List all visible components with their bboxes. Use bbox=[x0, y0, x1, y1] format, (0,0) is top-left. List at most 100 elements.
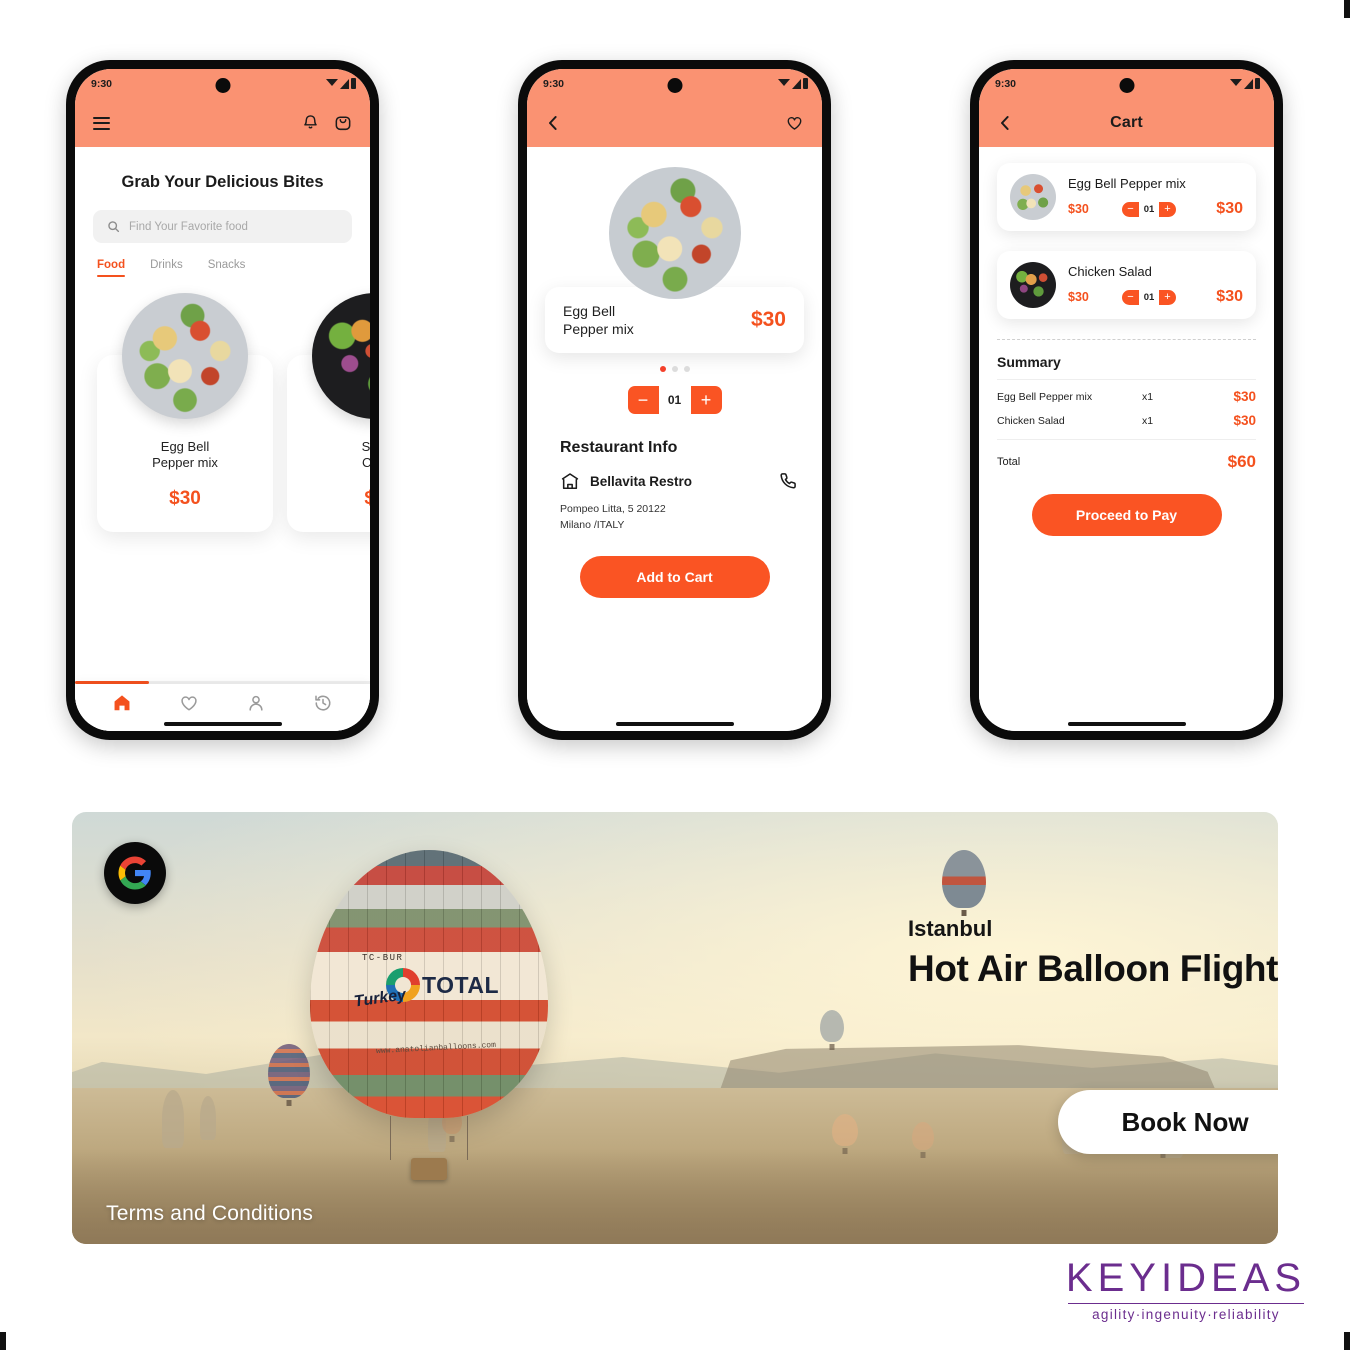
quantity-row: − 01 + bbox=[527, 386, 822, 415]
food-price: $4 bbox=[364, 487, 370, 509]
signal-icon bbox=[340, 79, 349, 89]
battery-icon bbox=[803, 78, 808, 89]
carousel-dots bbox=[527, 366, 822, 373]
storefront-icon bbox=[561, 473, 579, 489]
tab-snacks[interactable]: Snacks bbox=[208, 259, 246, 277]
promo-banner[interactable]: TC-BUR TOTAL Turkey www.anatolianballoon… bbox=[72, 812, 1278, 1244]
carousel-dot-2[interactable] bbox=[671, 366, 678, 373]
cart-item: Chicken Salad $30 − 01 + $30 bbox=[997, 251, 1256, 319]
food-image bbox=[312, 293, 370, 419]
background-balloon bbox=[912, 1122, 934, 1150]
decrease-quantity-button[interactable]: − bbox=[1122, 289, 1139, 305]
cart-item-info: Egg Bell Pepper mix $30 − 01 + $30 bbox=[1068, 176, 1243, 218]
increase-quantity-button[interactable]: + bbox=[690, 386, 722, 415]
status-bar: 9:30 bbox=[75, 69, 370, 99]
food-card[interactable]: Egg Bell Pepper mix $30 bbox=[97, 293, 273, 532]
banner-headline: Hot Air Balloon Flight bbox=[908, 948, 1278, 989]
product-image bbox=[608, 167, 741, 299]
balloon-ropes bbox=[390, 1116, 468, 1160]
carousel-dot-1[interactable] bbox=[659, 366, 666, 373]
summary-row: Egg Bell Pepper mix x1 $30 bbox=[997, 380, 1256, 404]
battery-icon bbox=[1255, 78, 1260, 89]
logo-divider bbox=[1067, 1303, 1304, 1304]
food-card-list: Egg Bell Pepper mix $30 Sum Chic $4 bbox=[75, 277, 370, 532]
food-card[interactable]: Sum Chic $4 bbox=[287, 293, 370, 532]
food-name-line2: Pepper mix bbox=[152, 455, 218, 471]
signal-icon bbox=[1244, 79, 1253, 89]
app-bar-actions bbox=[785, 114, 804, 132]
decrease-quantity-button[interactable]: − bbox=[1122, 201, 1139, 217]
add-to-cart-button[interactable]: Add to Cart bbox=[579, 555, 770, 598]
search-icon bbox=[108, 221, 120, 233]
background-balloon bbox=[832, 1114, 858, 1146]
search-input[interactable] bbox=[129, 220, 338, 233]
cart-item-name: Chicken Salad bbox=[1068, 264, 1152, 279]
summary-label: Egg Bell Pepper mix bbox=[997, 390, 1093, 403]
restaurant-name: Bellavita Restro bbox=[590, 473, 693, 489]
food-name-line1: Sum bbox=[361, 439, 370, 454]
terms-and-conditions-link[interactable]: Terms and Conditions bbox=[106, 1202, 313, 1226]
phone-mockup-cart: 9:30 Cart Egg Bell Pepper mix $30 − 01 +… bbox=[970, 60, 1283, 740]
status-bar: 9:30 bbox=[979, 69, 1274, 99]
logo-wordmark: KEYIDEAS bbox=[1065, 1256, 1306, 1300]
total-amount: $60 bbox=[1227, 452, 1256, 471]
product-name-line2: Pepper mix bbox=[563, 321, 634, 338]
home-indicator bbox=[615, 722, 734, 726]
heart-icon[interactable] bbox=[785, 114, 804, 132]
shopping-bag-icon[interactable] bbox=[334, 114, 352, 132]
summary-label: Chicken Salad bbox=[997, 414, 1065, 427]
carousel-dot-3[interactable] bbox=[683, 366, 690, 373]
chevron-left-icon[interactable] bbox=[545, 114, 561, 132]
order-summary: Summary Egg Bell Pepper mix x1 $30 Chick… bbox=[979, 340, 1274, 536]
address-line2: Milano /ITALY bbox=[560, 519, 625, 532]
signal-icon bbox=[792, 79, 801, 89]
food-price: $30 bbox=[169, 487, 201, 509]
cart-item-controls: $30 − 01 + $30 bbox=[1068, 288, 1243, 306]
restaurant-address: Pompeo Litta, 5 20122 Milano /ITALY bbox=[560, 502, 789, 534]
home-icon[interactable] bbox=[112, 693, 132, 713]
registration-mark-top-right bbox=[1344, 0, 1350, 18]
bell-icon[interactable] bbox=[302, 114, 319, 132]
increase-quantity-button[interactable]: + bbox=[1159, 289, 1176, 305]
search-bar[interactable] bbox=[93, 210, 352, 243]
status-time: 9:30 bbox=[995, 78, 1017, 90]
food-name-line1: Egg Bell bbox=[160, 439, 210, 454]
decrease-quantity-button[interactable]: − bbox=[627, 386, 659, 415]
summary-qty: x1 bbox=[1142, 414, 1154, 427]
summary-amount: $30 bbox=[1233, 413, 1256, 428]
tab-drinks[interactable]: Drinks bbox=[150, 259, 183, 277]
summary-total-row: Total $60 bbox=[997, 440, 1256, 472]
history-icon[interactable] bbox=[313, 693, 333, 713]
food-name-line2: Chic bbox=[361, 455, 370, 471]
tab-food[interactable]: Food bbox=[97, 259, 126, 277]
keyideas-logo: KEYIDEAS agility·ingenuity·reliability bbox=[1066, 1256, 1306, 1322]
cart-item-unit-price: $30 bbox=[1068, 290, 1089, 304]
cart-screen: 9:30 Cart Egg Bell Pepper mix $30 − 01 +… bbox=[979, 69, 1274, 731]
wifi-icon bbox=[1230, 79, 1242, 86]
proceed-to-pay-button[interactable]: Proceed to Pay bbox=[1031, 494, 1222, 536]
food-image bbox=[122, 293, 248, 419]
category-tabs: Food Drinks Snacks bbox=[75, 243, 370, 277]
hamburger-icon[interactable] bbox=[93, 116, 110, 130]
product-price: $30 bbox=[750, 308, 786, 332]
chevron-left-icon[interactable] bbox=[997, 114, 1013, 132]
heart-icon[interactable] bbox=[179, 693, 199, 713]
logo-tagline: agility·ingenuity·reliability bbox=[1092, 1307, 1280, 1322]
address-line1: Pompeo Litta, 5 20122 bbox=[560, 503, 666, 516]
balloon-basket bbox=[411, 1158, 447, 1180]
detail-content: Egg Bell Pepper mix $30 − 01 + Restauran… bbox=[527, 147, 822, 731]
phone-icon[interactable] bbox=[778, 471, 798, 491]
home-indicator bbox=[1067, 722, 1186, 726]
registration-mark-bottom-right bbox=[1344, 1332, 1350, 1350]
home-app-bar bbox=[75, 99, 370, 147]
camera-punch-hole bbox=[215, 78, 230, 93]
increase-quantity-button[interactable]: + bbox=[1159, 201, 1176, 217]
person-icon[interactable] bbox=[246, 693, 266, 713]
cart-item-controls: $30 − 01 + $30 bbox=[1068, 200, 1243, 218]
status-icons bbox=[778, 78, 808, 89]
balloon-envelope: TC-BUR TOTAL Turkey www.anatolianballoon… bbox=[310, 850, 548, 1118]
product-detail-screen: 9:30 Egg Bell Pepper mix $30 − 01 + Rest… bbox=[527, 69, 822, 731]
fairy-chimney bbox=[162, 1090, 184, 1148]
book-now-button[interactable]: Book Now bbox=[1058, 1090, 1278, 1154]
home-content: Grab Your Delicious Bites Food Drinks Sn… bbox=[75, 147, 370, 731]
